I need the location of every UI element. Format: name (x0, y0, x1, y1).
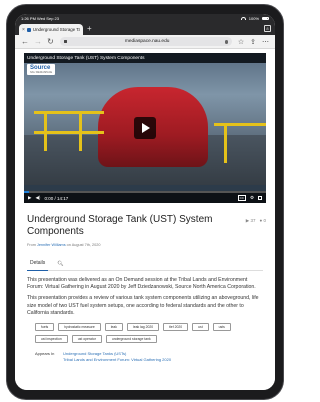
tag-chip[interactable]: ust operator (71, 335, 102, 344)
time-current: 0:00 (44, 195, 54, 201)
appears-in-links: Underground Storage Tanks (USTs) Tribal L… (63, 351, 171, 362)
media-tabs: Details 🔍︎ (27, 257, 263, 271)
reload-icon[interactable]: ↻ (47, 37, 54, 46)
railing-post (79, 111, 82, 151)
browser-tab-bar: × Underground Storage Tank (UST) + 8 (15, 22, 275, 35)
tag-chip[interactable]: hydrostatic measure (58, 323, 101, 332)
railing (214, 123, 266, 126)
browser-tab[interactable]: × Underground Storage Tank (UST) (19, 24, 83, 35)
play-icon (142, 123, 150, 133)
tag-chip[interactable]: ust (192, 323, 209, 332)
status-date: Wed Sep 23 (37, 15, 59, 21)
source-logo: Source NAU MEDIASPACE (27, 64, 56, 75)
appears-in-link[interactable]: Tribal Lands and Environment Forum: Virt… (63, 357, 171, 363)
new-tab-plus-icon[interactable]: + (87, 24, 92, 33)
description: This presentation was delivered as an On… (27, 277, 263, 317)
address-bar[interactable]: mediaspace.nau.edu (60, 37, 232, 46)
forward-arrow-icon[interactable]: → (34, 37, 42, 46)
appears-in-label: Appears In (35, 351, 55, 357)
player-controls: ▶ ◀) 0:00 / 14:17 CC ⚙ (24, 191, 266, 203)
author-link[interactable]: Jennifer Williams (37, 243, 66, 247)
browser-tab-title: Underground Storage Tank (UST) (32, 27, 80, 32)
mic-icon[interactable] (225, 39, 228, 44)
appears-in: Appears In Underground Storage Tanks (US… (35, 351, 263, 362)
tag-chip[interactable]: leak (104, 323, 123, 332)
comment-count: 0 (263, 218, 266, 223)
page-title: Underground Storage Tank (UST) System Co… (27, 214, 213, 237)
time-total: 14:17 (56, 195, 69, 201)
tags-list: fuels hydrostatic measure leak leak lag 202… (35, 323, 263, 344)
favicon-icon (26, 27, 31, 32)
status-bar: 1:26 PM Wed Sep 23 100% (15, 14, 275, 22)
back-arrow-icon[interactable]: ← (21, 37, 29, 46)
tag-chip[interactable]: fuels (35, 323, 55, 332)
share-icon[interactable]: ⇪ (250, 38, 256, 46)
tag-chip[interactable]: tlef 2020 (163, 323, 189, 332)
tab-details[interactable]: Details (27, 257, 49, 271)
video-title-bar: Underground Storage Tank (UST) System Co… (24, 53, 266, 63)
byline: From Jennifer Williams on August 7th, 20… (27, 243, 101, 247)
tab-count-button[interactable]: 8 (264, 25, 271, 32)
volume-icon[interactable]: ◀) (35, 195, 40, 201)
comments-icon: ● (259, 218, 263, 223)
address-url[interactable]: mediaspace.nau.edu (69, 39, 225, 44)
star-icon[interactable]: ☆ (238, 38, 244, 46)
tag-chip[interactable]: ust inspection (35, 335, 68, 344)
settings-gear-icon[interactable]: ⚙ (250, 195, 254, 201)
video-player[interactable]: Underground Storage Tank (UST) System Co… (24, 53, 266, 203)
tag-chip[interactable]: underground storage tank (105, 335, 157, 344)
views-icon: ▶ (245, 218, 250, 223)
progress-fill (24, 191, 29, 193)
battery-icon (262, 16, 269, 20)
close-tab-icon[interactable]: × (22, 27, 25, 33)
title-row: Underground Storage Tank (UST) System Co… (27, 214, 266, 238)
page-content: Underground Storage Tank (UST) System Co… (15, 49, 275, 390)
search-icon: 🔍︎ (57, 260, 64, 267)
captions-button[interactable]: CC (237, 195, 246, 201)
fullscreen-icon[interactable] (258, 196, 262, 200)
media-stats: ▶ 37 ● 0 (246, 214, 266, 238)
device-screen: 1:26 PM Wed Sep 23 100% × Underground St… (15, 14, 275, 390)
tag-chip[interactable]: leak lag 2020 (126, 323, 160, 332)
more-icon[interactable]: ⋯ (262, 38, 269, 46)
browser-toolbar: ← → ↻ mediaspace.nau.edu ☆ ⇪ ⋯ (15, 35, 275, 49)
tag-chip[interactable]: usts (212, 323, 231, 332)
battery-percent: 100% (248, 15, 259, 21)
play-button[interactable] (134, 117, 156, 139)
view-count: 37 (250, 218, 256, 223)
description-paragraph: This presentation provides a review of v… (27, 295, 259, 316)
play-control-icon[interactable]: ▶ (28, 195, 31, 201)
progress-bar[interactable] (24, 191, 266, 193)
tab-search[interactable]: 🔍︎ (54, 257, 66, 271)
description-paragraph: This presentation was delivered as an On… (27, 277, 256, 291)
video-title: Underground Storage Tank (UST) System Co… (27, 55, 145, 61)
wifi-icon (240, 16, 246, 20)
railing-post (224, 123, 227, 163)
status-time: 1:26 PM (21, 15, 36, 21)
railing-post (44, 111, 47, 151)
lock-icon (64, 40, 67, 43)
